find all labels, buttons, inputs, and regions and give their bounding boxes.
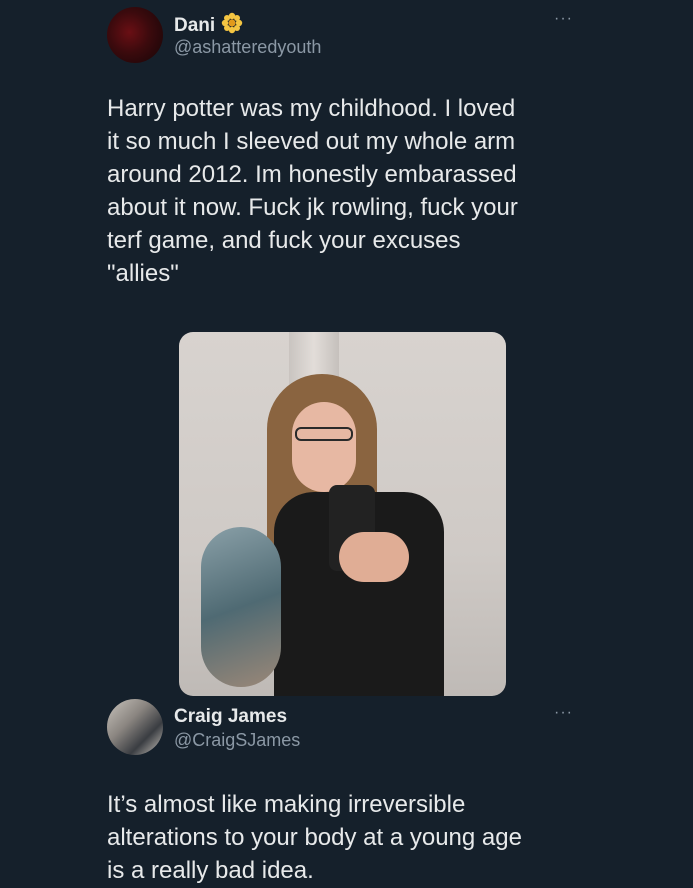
author-row: Dani [174,12,243,39]
author-name[interactable]: Dani [174,15,215,37]
tweet-craig[interactable]: Craig James @CraigSJames ··· It’s almost… [0,690,693,888]
tweet-text: Harry potter was my childhood. I loved i… [107,95,518,287]
photo-hand [339,532,409,582]
photo-face [292,402,356,492]
more-options-icon[interactable]: ··· [554,10,573,28]
author-handle[interactable]: @ashatteredyouth [174,37,321,58]
avatar[interactable] [107,7,163,63]
tweet-photo[interactable] [179,332,506,696]
author-name[interactable]: Craig James [174,706,287,728]
author-handle[interactable]: @CraigSJames [174,730,300,751]
tweet-dani[interactable]: Dani @ashatteredyouth ··· Harry potter w… [0,0,693,700]
tweet-text: It’s almost like making irreversible alt… [107,791,522,884]
more-options-icon[interactable]: ··· [554,704,573,722]
flower-icon [221,12,243,39]
author-row: Craig James [174,706,287,728]
avatar[interactable] [107,699,163,755]
photo-tattooed-arm [201,527,281,687]
photo-glasses [295,427,353,441]
